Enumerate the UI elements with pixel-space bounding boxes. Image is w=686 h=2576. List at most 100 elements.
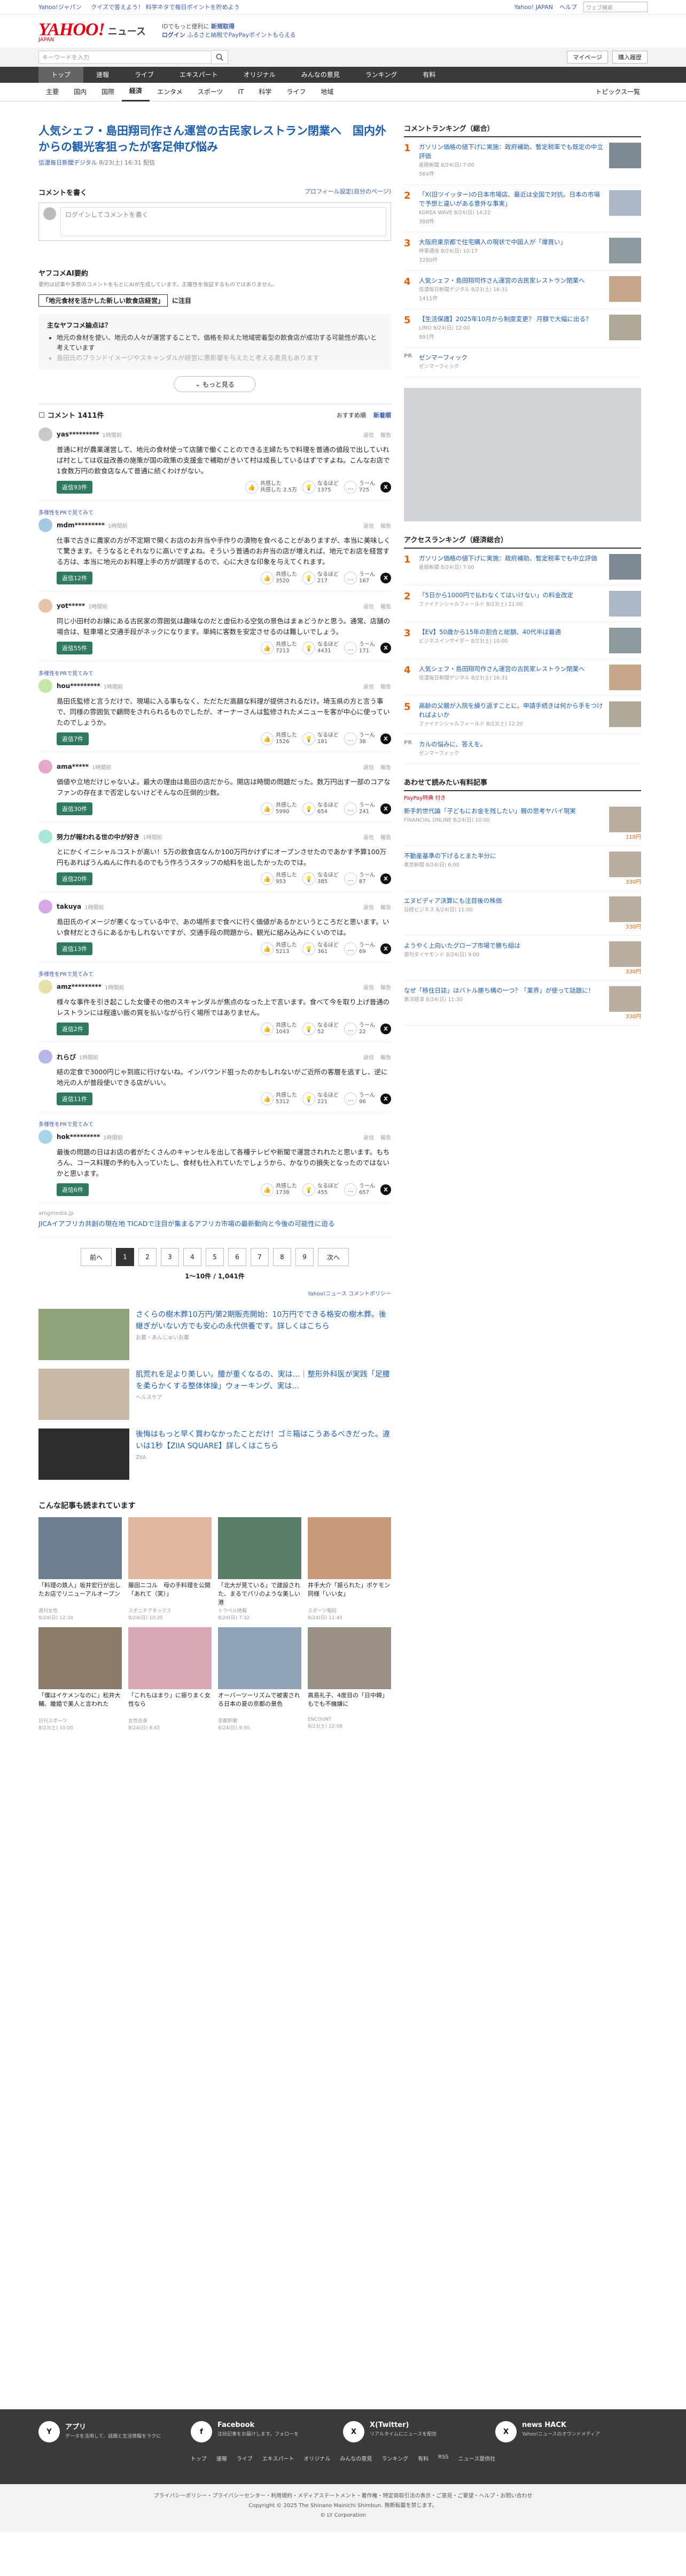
reaction-agree[interactable]: 👍 共感した 1738 bbox=[261, 1183, 297, 1196]
reply-count-button[interactable]: 返信20件 bbox=[57, 872, 92, 885]
reply-link[interactable]: 返信 bbox=[363, 763, 374, 771]
ranking-item[interactable]: 1 ガソリン価格の値下げに実施：政府補助、暫定税率でも中立評価 産経新聞 8/24(… bbox=[404, 549, 641, 586]
avatar[interactable] bbox=[38, 679, 52, 693]
reply-count-button[interactable]: 返信6件 bbox=[57, 1183, 89, 1196]
paid-article-title[interactable]: 新手的世代論「子どもにお金を残したい」親の思考ヤバイ現実 bbox=[404, 807, 576, 815]
reply-count-button[interactable]: 返信55件 bbox=[57, 642, 92, 654]
ranking-title[interactable]: 高齢の父親が入院を繰り返すことに、申請手続きは何から手をつければよいか bbox=[419, 702, 603, 719]
footer-nav-link[interactable]: 有料 bbox=[418, 2454, 428, 2462]
ranking-title[interactable]: ガソリン価格の値下げに実施：政府補助、暫定税率でも中立評価 bbox=[419, 555, 597, 562]
x-share-icon[interactable]: X bbox=[380, 873, 391, 884]
recommended-card[interactable]: オーバーツーリズムで被害される日本の夏の京都の景色 京都新聞 8/24(日) 9:3… bbox=[218, 1627, 301, 1731]
category-tab[interactable]: スポーツ bbox=[190, 83, 231, 101]
ad-title[interactable]: さくらの樹木葬10万円/第2期販売開始：10万円でできる格安の樹木葬。後継ぎがい… bbox=[136, 1310, 386, 1331]
category-tab[interactable]: 主要 bbox=[38, 83, 66, 101]
help-link[interactable]: ヘルプ bbox=[559, 3, 577, 11]
sort-recommended[interactable]: おすすめ順 bbox=[337, 411, 366, 419]
reaction-think[interactable]: 💡 なるほど 654 bbox=[302, 802, 339, 815]
report-link[interactable]: 報告 bbox=[380, 833, 391, 841]
top-link-1[interactable]: Yahoo!ジャパン bbox=[38, 4, 82, 11]
page-button[interactable]: 4 bbox=[183, 1248, 201, 1266]
comment-user[interactable]: takuya bbox=[57, 903, 81, 910]
ranking-item[interactable]: 4 人気シェフ・島田翔司作さん運営の古民家レストラン閉業へ 信濃毎日新聞デジタル 8… bbox=[404, 271, 641, 309]
reaction-think[interactable]: 💡 なるほど 4431 bbox=[302, 642, 339, 654]
new-id-link[interactable]: 新規取得 bbox=[211, 23, 235, 30]
recommended-card[interactable]: 「これもはまり」に振りまく女性なら 女性自身 8/24(日) 8:45 bbox=[128, 1627, 212, 1731]
comment-user[interactable]: れらび bbox=[57, 1052, 76, 1061]
reply-count-button[interactable]: 返信7件 bbox=[57, 732, 89, 745]
footer-nav-link[interactable]: ニュース提供社 bbox=[458, 2454, 496, 2462]
reaction-think[interactable]: 💡 なるほど 52 bbox=[302, 1022, 339, 1035]
avatar[interactable] bbox=[38, 900, 52, 914]
reaction-disagree[interactable]: … うーん 167 bbox=[344, 572, 375, 584]
report-link[interactable]: 報告 bbox=[380, 602, 391, 610]
page-button[interactable]: 5 bbox=[206, 1248, 224, 1266]
comment-user[interactable]: amz********* bbox=[57, 983, 102, 990]
reaction-disagree[interactable]: … うーん 22 bbox=[344, 1022, 375, 1035]
ad-row[interactable]: 肌荒れを足より美しい。腰が重くなるの、実は…｜整形外科医が実践「足腰を柔らかくす… bbox=[38, 1364, 391, 1424]
page-button[interactable]: 3 bbox=[161, 1248, 179, 1266]
paid-article[interactable]: エヌビディア決算にも注目後の株価 日経ビジネス 8/24(日) 11:00 330円 bbox=[404, 891, 641, 936]
x-share-icon[interactable]: X bbox=[380, 573, 391, 583]
page-button[interactable]: 1 bbox=[116, 1248, 134, 1266]
reaction-disagree[interactable]: … うーん 241 bbox=[344, 802, 375, 815]
inline-ad[interactable]: amgmedia.jp JICAイアフリカ共創の現在地 TICADで注目が集まる… bbox=[38, 1203, 391, 1237]
nav-tab[interactable]: ランキング bbox=[353, 67, 410, 83]
ranking-title[interactable]: 大阪府東京都で住宅購入の現状で中国人が「爆買い」 bbox=[419, 238, 566, 246]
reply-link[interactable]: 返信 bbox=[363, 602, 374, 610]
search-input[interactable]: キーワードを入力 bbox=[38, 51, 212, 64]
sort-new[interactable]: 新着順 bbox=[373, 411, 391, 419]
category-tab[interactable]: 地域 bbox=[313, 83, 341, 101]
nav-tab[interactable]: オリジナル bbox=[231, 67, 289, 83]
avatar[interactable] bbox=[38, 1050, 52, 1064]
web-search-input[interactable]: ウェブ検索 bbox=[583, 2, 648, 12]
yahoo-logo[interactable]: YAHOO! JAPAN bbox=[38, 20, 105, 43]
footer-nav-link[interactable]: トップ bbox=[191, 2454, 207, 2462]
reaction-agree[interactable]: 👍 共感した 共感した 2.5万 bbox=[245, 481, 297, 494]
ranking-item[interactable]: 4 人気シェフ・島田翔司作さん運営の古民家レストラン閉業へ 信濃毎日新聞デジタル 8… bbox=[404, 659, 641, 696]
reply-count-button[interactable]: 返信12件 bbox=[57, 572, 92, 584]
ranking-item[interactable]: 2 「X(旧ツイッター)の日本市場店、最近は全国で対抗。日本の市場で予想と違いがあ… bbox=[404, 185, 641, 232]
footer-nav-link[interactable]: ライブ bbox=[237, 2454, 253, 2462]
ad-row[interactable]: 後悔はもっと早く買わなかったことだけ！ゴミ箱はこうあるべきだった。違いは1秒【Z… bbox=[38, 1424, 391, 1484]
history-button[interactable]: 購入履歴 bbox=[612, 51, 648, 64]
ranking-title[interactable]: 人気シェフ・島田翔司作さん運営の古民家レストラン閉業へ bbox=[419, 665, 585, 673]
topics-list-link[interactable]: トピックス一覧 bbox=[588, 83, 648, 101]
ranking-item[interactable]: 3 大阪府東京都で住宅購入の現状で中国人が「爆買い」 時事通信 8/24(日) 10… bbox=[404, 232, 641, 271]
reaction-agree[interactable]: 👍 共感した 7213 bbox=[261, 642, 297, 654]
avatar[interactable] bbox=[38, 980, 52, 994]
x-share-icon[interactable]: X bbox=[380, 482, 391, 493]
page-button[interactable]: 8 bbox=[273, 1248, 291, 1266]
reaction-agree[interactable]: 👍 共感した 953 bbox=[261, 872, 297, 885]
ranking-title[interactable]: 【EV】50歳から15年の割合と総額、40代半ば最適 bbox=[419, 628, 561, 636]
next-page-button[interactable]: 次へ bbox=[318, 1248, 349, 1266]
reaction-disagree[interactable]: … うーん 69 bbox=[344, 942, 375, 955]
reply-link[interactable]: 返信 bbox=[363, 682, 374, 690]
recommended-title[interactable]: 藤田ニコル 母の手料理を公開「あれて（笑）」 bbox=[128, 1581, 212, 1607]
reaction-agree[interactable]: 👍 共感した 5213 bbox=[261, 942, 297, 955]
sidebar-ad[interactable] bbox=[404, 388, 641, 521]
page-button[interactable]: 6 bbox=[228, 1248, 246, 1266]
page-button[interactable]: 7 bbox=[251, 1248, 269, 1266]
x-share-icon[interactable]: X bbox=[380, 803, 391, 814]
category-tab[interactable]: 科学 bbox=[251, 83, 279, 101]
reaction-agree[interactable]: 👍 共感した 5312 bbox=[261, 1092, 297, 1105]
footer-col[interactable]: Y アプリ データを活用して、話題と生活情報をラクに bbox=[38, 2421, 191, 2442]
furusato-promo-link[interactable]: ふるさと納税でPayPayポイントもらえる bbox=[187, 32, 295, 38]
category-tab[interactable]: 経済 bbox=[122, 82, 150, 102]
reaction-think[interactable]: 💡 なるほど 221 bbox=[302, 1092, 339, 1105]
recommended-title[interactable]: 「北大が見ている」で建設された、まるでパリのような美しい港 bbox=[218, 1581, 301, 1607]
reply-count-button[interactable]: 返信30件 bbox=[57, 802, 92, 815]
prev-page-button[interactable]: 前へ bbox=[81, 1248, 112, 1266]
ranking-title[interactable]: 人気シェフ・島田翔司作さん運営の古民家レストラン閉業へ bbox=[419, 277, 585, 284]
footer-col[interactable]: X X(Twitter) リアルタイムにニュースを配信 bbox=[343, 2421, 495, 2442]
footer-nav-link[interactable]: ランキング bbox=[381, 2454, 408, 2462]
ai-topic-label[interactable]: 「地元食材を活かした新しい飲食店経営」 bbox=[38, 294, 168, 307]
report-link[interactable]: 報告 bbox=[380, 521, 391, 529]
nav-tab[interactable]: ライブ bbox=[122, 67, 167, 83]
page-button[interactable]: 9 bbox=[295, 1248, 314, 1266]
access-pr[interactable]: PR カルの悩みに、答えを。 ゼンマーフィック bbox=[404, 735, 641, 764]
comment-login-box[interactable]: ログインしてコメントを書く bbox=[38, 202, 391, 241]
reaction-agree[interactable]: 👍 共感した 3520 bbox=[261, 572, 297, 584]
article-headline[interactable]: 人気シェフ・島田翔司作さん運営の古民家レストラン閉業へ 国内外からの観光客狙った… bbox=[38, 123, 391, 155]
